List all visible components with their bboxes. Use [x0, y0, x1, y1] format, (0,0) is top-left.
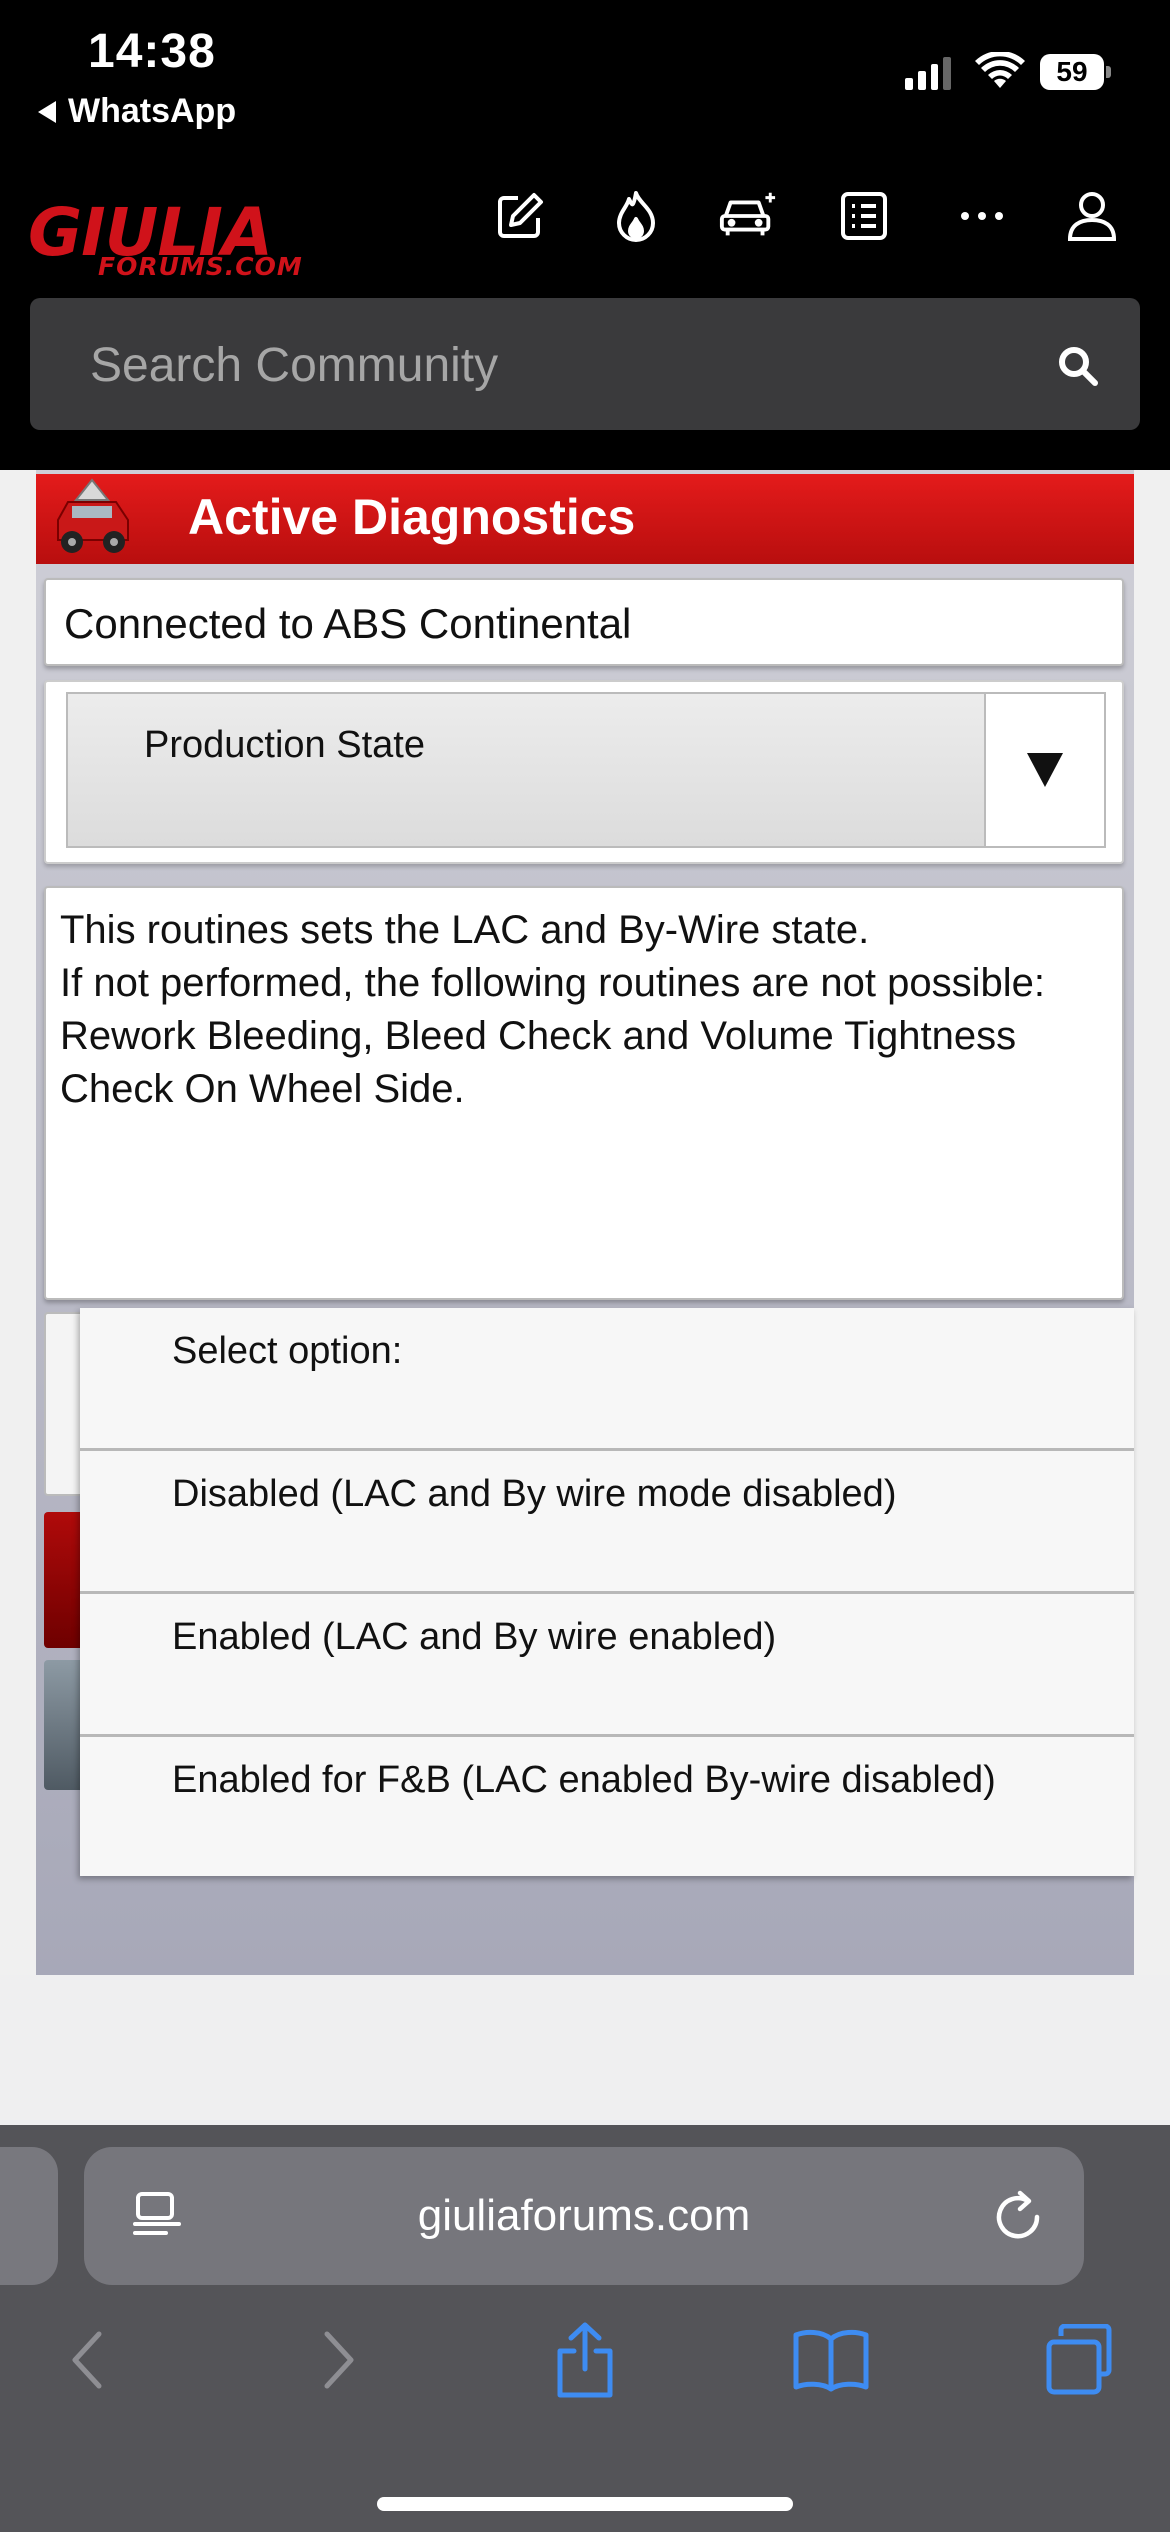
- url-text: giuliaforums.com: [417, 2191, 751, 2240]
- car-icon: [46, 474, 136, 564]
- routine-description-box: This routines sets the LAC and By-Wire s…: [44, 886, 1124, 1300]
- compose-icon[interactable]: [490, 186, 550, 246]
- status-time: 14:38: [88, 25, 216, 78]
- option-enabled-fb[interactable]: Enabled for F&B (LAC enabled By-wire dis…: [80, 1737, 1134, 1877]
- select-option-panel: Select option: Disabled (LAC and By wire…: [80, 1308, 1134, 1876]
- browser-toolbar: giuliaforums.com: [0, 2125, 1170, 2532]
- back-triangle-icon: [38, 100, 56, 123]
- flame-icon[interactable]: [606, 186, 666, 246]
- tabs-icon[interactable]: [1034, 2315, 1124, 2405]
- back-to-app-link[interactable]: WhatsApp: [38, 92, 236, 131]
- battery-indicator: 59: [1040, 54, 1104, 90]
- diagnostics-screen: Active Diagnostics Connected to ABS Cont…: [36, 470, 1134, 1975]
- select-option-title: Select option:: [172, 1330, 403, 1372]
- forum-header: GIULIA FORUMS.COM Search Community: [0, 150, 1170, 470]
- home-indicator[interactable]: [377, 2497, 793, 2511]
- user-icon[interactable]: [1062, 186, 1122, 246]
- back-icon[interactable]: [42, 2315, 132, 2405]
- logo-sub-text: FORUMS.COM: [98, 252, 303, 281]
- search-input[interactable]: Search Community: [90, 338, 498, 393]
- option-disabled[interactable]: Disabled (LAC and By wire mode disabled): [80, 1451, 1134, 1594]
- option-label: Enabled (LAC and By wire enabled): [172, 1616, 777, 1658]
- app-title: Active Diagnostics: [188, 489, 636, 545]
- search-bar[interactable]: Search Community: [30, 298, 1140, 430]
- battery-tip: [1106, 66, 1111, 78]
- routine-description: This routines sets the LAC and By-Wire s…: [60, 908, 1045, 1111]
- search-icon[interactable]: [1056, 344, 1100, 393]
- list-icon[interactable]: [834, 186, 894, 246]
- app-title-bar: Active Diagnostics: [36, 474, 1134, 564]
- back-app-label: WhatsApp: [68, 92, 237, 130]
- select-option-header: Select option:: [80, 1308, 1134, 1451]
- forward-icon[interactable]: [294, 2315, 384, 2405]
- cellular-signal-icon: [905, 54, 951, 90]
- site-logo[interactable]: GIULIA FORUMS.COM: [28, 200, 302, 282]
- status-bar: 14:38 WhatsApp 59: [0, 0, 1170, 150]
- routine-dropdown-value: Production State: [144, 724, 425, 766]
- reload-icon[interactable]: [992, 2187, 1044, 2248]
- bookmarks-icon[interactable]: [786, 2315, 876, 2405]
- previous-tab-peek[interactable]: [0, 2147, 58, 2285]
- connection-status: Connected to ABS Continental: [64, 600, 632, 647]
- car-add-icon[interactable]: [718, 186, 778, 246]
- option-label: Disabled (LAC and By wire mode disabled): [172, 1473, 897, 1515]
- address-bar[interactable]: giuliaforums.com: [84, 2147, 1084, 2285]
- option-label: Enabled for F&B (LAC enabled By-wire dis…: [172, 1759, 996, 1801]
- wifi-icon: [975, 50, 1025, 95]
- page-background: [0, 1975, 1170, 2125]
- more-icon[interactable]: [952, 186, 1012, 246]
- option-enabled[interactable]: Enabled (LAC and By wire enabled): [80, 1594, 1134, 1737]
- dropdown-arrow-icon[interactable]: [984, 692, 1106, 848]
- share-icon[interactable]: [540, 2315, 630, 2405]
- connection-status-box: Connected to ABS Continental: [44, 578, 1124, 666]
- routine-dropdown[interactable]: Production State: [44, 680, 1124, 864]
- routine-dropdown-field[interactable]: Production State: [66, 692, 986, 848]
